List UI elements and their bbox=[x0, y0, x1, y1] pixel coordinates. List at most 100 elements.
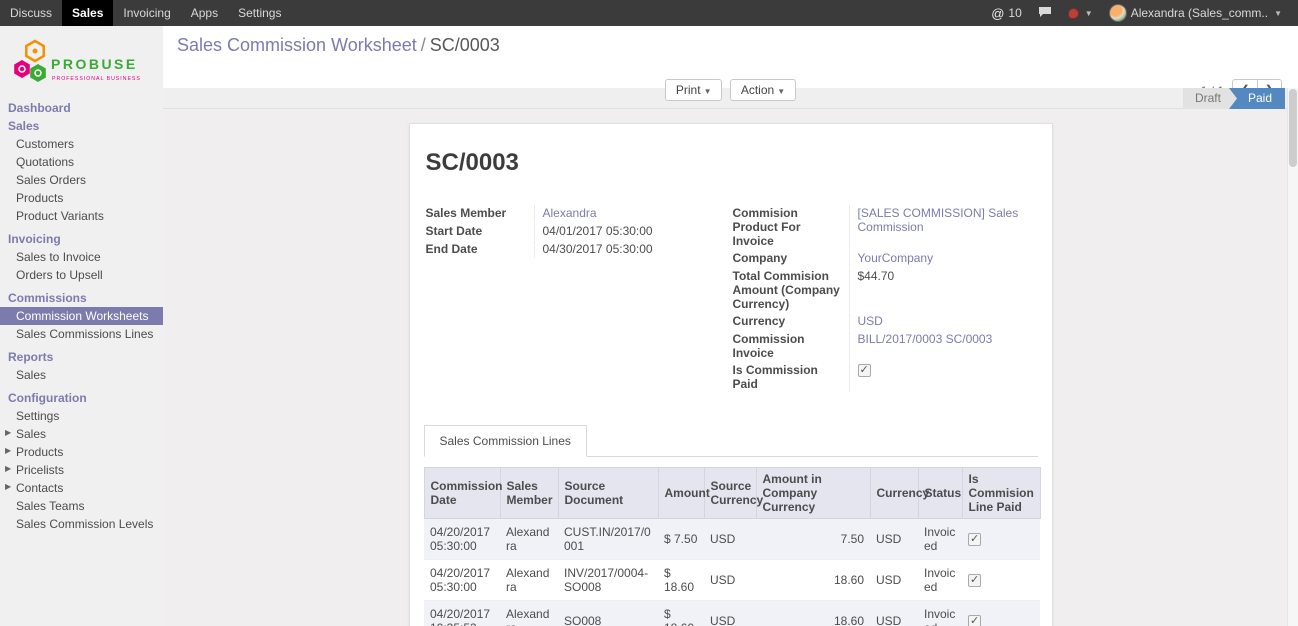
col-header-source-currency[interactable]: Source Currency bbox=[704, 468, 756, 519]
messages-menu-button[interactable]: @ 10 bbox=[983, 0, 1030, 26]
sidebar-item-label: Pricelists bbox=[16, 463, 64, 477]
table-row[interactable]: 04/20/2017 05:30:00 Alexandra CUST.IN/20… bbox=[424, 519, 1040, 560]
sidebar-item-config-contacts[interactable]: ▶ Contacts bbox=[0, 479, 163, 497]
cell-currency: USD bbox=[870, 601, 918, 626]
cell-company-amount: 18.60 bbox=[756, 560, 870, 601]
col-header-sales-member[interactable]: Sales Member bbox=[500, 468, 558, 519]
cell-source-document: CUST.IN/2017/0001 bbox=[558, 519, 658, 560]
currency-link[interactable]: USD bbox=[858, 314, 883, 328]
table-header-row: Commission Date Sales Member Source Docu… bbox=[424, 468, 1040, 519]
field-label-is-commission-paid: Is Commission Paid bbox=[731, 362, 849, 392]
col-header-source-document[interactable]: Source Document bbox=[558, 468, 658, 519]
sidebar-item-config-products[interactable]: ▶Products bbox=[0, 443, 163, 461]
menu-discuss[interactable]: Discuss bbox=[0, 0, 62, 26]
col-header-currency[interactable]: Currency bbox=[870, 468, 918, 519]
sidebar-item-sales-commission-levels[interactable]: Sales Commission Levels bbox=[0, 515, 163, 533]
cell-source-currency: USD bbox=[704, 519, 756, 560]
cell-source-currency: USD bbox=[704, 560, 756, 601]
cell-amount: $ 18.60 bbox=[658, 601, 704, 626]
field-group-right: Commision Product For Invoice [SALES COM… bbox=[731, 205, 1038, 393]
sidebar-item-label: Sales bbox=[16, 427, 46, 441]
cell-line-paid bbox=[962, 519, 1040, 560]
col-header-is-commission-line-paid[interactable]: Is Commision Line Paid bbox=[962, 468, 1040, 519]
menu-settings[interactable]: Settings bbox=[228, 0, 291, 26]
sidebar-header-reports[interactable]: Reports bbox=[0, 348, 163, 366]
commission-product-link[interactable]: [SALES COMMISSION] Sales Commission bbox=[858, 206, 1019, 234]
systray: @ 10 ▼ Alexandra (Sales_comm.. ▼ bbox=[983, 0, 1298, 26]
status-draft[interactable]: Draft bbox=[1183, 88, 1237, 109]
form-view: SC/0003 Sales Member Alexandra Start Dat… bbox=[163, 109, 1298, 626]
user-menu-button[interactable]: Alexandra (Sales_comm.. ▼ bbox=[1101, 0, 1290, 26]
breadcrumb-separator: / bbox=[417, 35, 430, 55]
sidebar-item-sales-commissions-lines[interactable]: Sales Commissions Lines bbox=[0, 325, 163, 343]
company-link[interactable]: YourCompany bbox=[858, 251, 934, 265]
cell-source-currency: USD bbox=[704, 601, 756, 626]
record-title: SC/0003 bbox=[426, 149, 1038, 177]
action-label: Action bbox=[741, 83, 774, 97]
chat-button[interactable] bbox=[1030, 0, 1060, 26]
table-row[interactable]: 04/20/2017 05:30:00 Alexandra INV/2017/0… bbox=[424, 560, 1040, 601]
cell-commission-date: 04/20/2017 05:30:00 bbox=[424, 519, 500, 560]
sidebar-item-quotations[interactable]: Quotations bbox=[0, 153, 163, 171]
sidebar-item-sales-teams[interactable]: Sales Teams bbox=[0, 497, 163, 515]
caret-right-icon: ▶ bbox=[5, 482, 11, 491]
vertical-scrollbar[interactable] bbox=[1287, 88, 1298, 626]
sidebar-item-sales-to-invoice[interactable]: Sales to Invoice bbox=[0, 248, 163, 266]
col-header-amount-company-currency[interactable]: Amount in Company Currency bbox=[756, 468, 870, 519]
cell-company-amount: 7.50 bbox=[756, 519, 870, 560]
start-date-value: 04/01/2017 05:30:00 bbox=[534, 223, 721, 240]
cell-line-paid bbox=[962, 560, 1040, 601]
breadcrumb: Sales Commission Worksheet/SC/0003 bbox=[177, 35, 500, 56]
scrollbar-thumb[interactable] bbox=[1289, 89, 1297, 167]
cell-status: Invoiced bbox=[918, 601, 962, 626]
sidebar-item-config-settings[interactable]: Settings bbox=[0, 407, 163, 425]
sidebar-header-invoicing[interactable]: Invoicing bbox=[0, 230, 163, 248]
sidebar-item-label: Contacts bbox=[16, 481, 63, 495]
field-label-currency: Currency bbox=[731, 313, 849, 330]
sidebar-item-orders-to-upsell[interactable]: Orders to Upsell bbox=[0, 266, 163, 284]
sidebar-item-products[interactable]: Products bbox=[0, 189, 163, 207]
sidebar-header-configuration[interactable]: Configuration bbox=[0, 389, 163, 407]
table-row[interactable]: 04/20/2017 10:35:53 Alexandra SO008 $ 18… bbox=[424, 601, 1040, 626]
user-name: Alexandra (Sales_comm.. bbox=[1131, 6, 1268, 20]
sidebar-item-reports-sales[interactable]: Sales bbox=[0, 366, 163, 384]
logo-tagline: PROFESSIONAL BUSINESS bbox=[52, 76, 141, 82]
sidebar-item-customers[interactable]: Customers bbox=[0, 135, 163, 153]
status-paid[interactable]: Paid bbox=[1229, 88, 1285, 109]
menu-apps[interactable]: Apps bbox=[181, 0, 228, 26]
print-button[interactable]: Print▼ bbox=[665, 79, 723, 101]
col-header-amount[interactable]: Amount bbox=[658, 468, 704, 519]
sidebar-item-product-variants[interactable]: Product Variants bbox=[0, 207, 163, 225]
menu-invoicing[interactable]: Invoicing bbox=[113, 0, 180, 26]
sidebar-item-config-sales[interactable]: ▶Sales bbox=[0, 425, 163, 443]
caret-down-icon: ▼ bbox=[1085, 9, 1093, 18]
print-label: Print bbox=[676, 83, 701, 97]
menu-sales[interactable]: Sales bbox=[62, 0, 113, 26]
logo-text: PROBUSE bbox=[51, 56, 138, 72]
sidebar: PROBUSE PROFESSIONAL BUSINESS Dashboard … bbox=[0, 26, 163, 626]
user-avatar bbox=[1109, 4, 1127, 22]
line-paid-checkbox bbox=[968, 533, 981, 546]
main-area: Sales Commission Worksheet/SC/0003 Print… bbox=[163, 26, 1298, 626]
col-header-status[interactable]: Status bbox=[918, 468, 962, 519]
sales-member-link[interactable]: Alexandra bbox=[543, 206, 597, 220]
sidebar-item-sales-orders[interactable]: Sales Orders bbox=[0, 171, 163, 189]
cell-sales-member: Alexandra bbox=[500, 560, 558, 601]
sidebar-header-dashboard[interactable]: Dashboard bbox=[0, 99, 163, 117]
commission-invoice-link[interactable]: BILL/2017/0003 SC/0003 bbox=[858, 332, 993, 346]
sidebar-header-commissions[interactable]: Commissions bbox=[0, 289, 163, 307]
sidebar-item-config-pricelists[interactable]: ▶Pricelists bbox=[0, 461, 163, 479]
breadcrumb-current: SC/0003 bbox=[430, 35, 500, 55]
cell-source-document: SO008 bbox=[558, 601, 658, 626]
control-panel: Sales Commission Worksheet/SC/0003 Print… bbox=[163, 26, 1298, 88]
breadcrumb-parent-link[interactable]: Sales Commission Worksheet bbox=[177, 35, 417, 55]
action-button[interactable]: Action▼ bbox=[730, 79, 796, 101]
line-paid-checkbox bbox=[968, 574, 981, 587]
tab-sales-commission-lines[interactable]: Sales Commission Lines bbox=[424, 425, 587, 457]
action-buttons: Print▼ Action▼ bbox=[163, 79, 1298, 101]
sidebar-header-sales[interactable]: Sales bbox=[0, 117, 163, 135]
line-paid-checkbox bbox=[968, 615, 981, 626]
sidebar-item-commission-worksheets[interactable]: Commission Worksheets bbox=[0, 307, 163, 325]
debug-menu-button[interactable]: ▼ bbox=[1060, 0, 1101, 26]
col-header-commission-date[interactable]: Commission Date bbox=[424, 468, 500, 519]
